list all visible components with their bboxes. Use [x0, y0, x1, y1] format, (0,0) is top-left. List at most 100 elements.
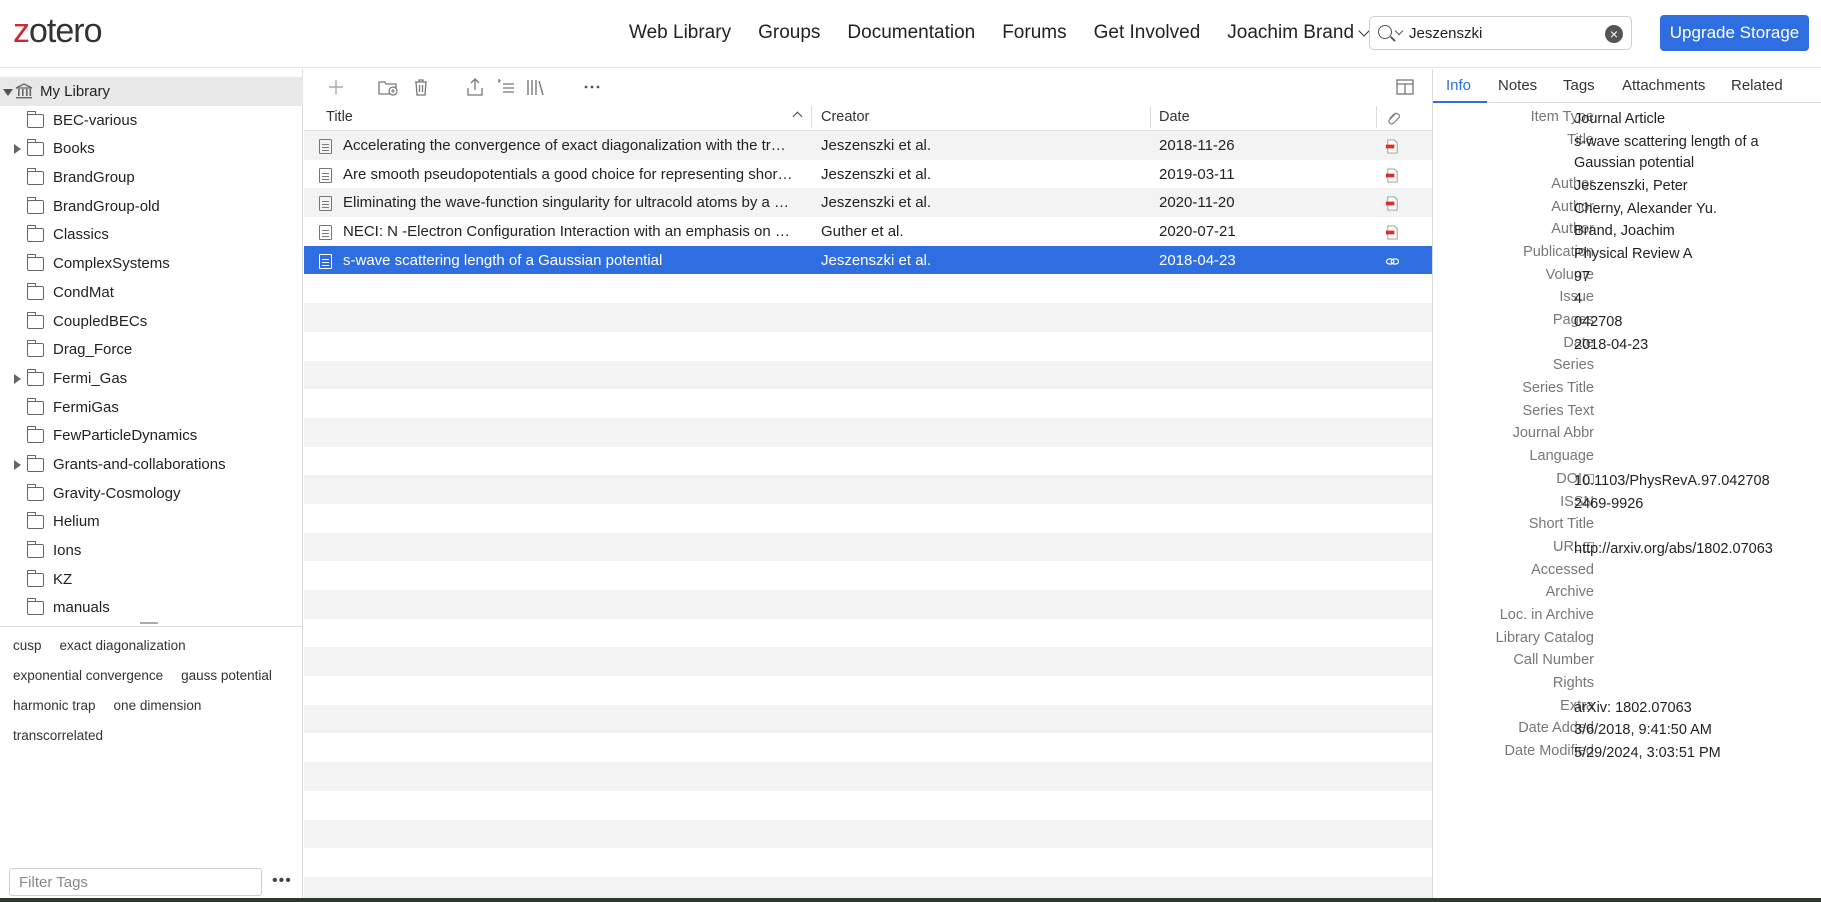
field-value[interactable]: Brand, Joachim — [1574, 221, 1799, 243]
clear-search-icon[interactable]: × — [1605, 25, 1623, 43]
export-icon[interactable] — [464, 76, 486, 98]
collection-item[interactable]: ComplexSystems — [0, 249, 303, 278]
columns-icon[interactable] — [1394, 76, 1416, 98]
table-row[interactable]: Are smooth pseudopotentials a good choic… — [304, 160, 1432, 189]
tag-item[interactable]: exact diagonalization — [60, 638, 186, 654]
tab-notes[interactable]: Notes — [1498, 77, 1537, 94]
journal-article-icon — [319, 196, 332, 212]
collection-item[interactable]: KZ — [0, 565, 303, 594]
tag-item[interactable]: one dimension — [114, 698, 202, 714]
field-value[interactable]: s-wave scattering length of a Gaussian p… — [1574, 132, 1799, 175]
tag-item[interactable]: transcorrelated — [13, 728, 103, 744]
column-creator-header[interactable]: Creator — [821, 109, 869, 125]
field-value[interactable]: 4 — [1574, 289, 1799, 311]
collection-item[interactable]: BrandGroup — [0, 163, 303, 192]
field-value[interactable]: Physical Review A — [1574, 244, 1799, 266]
collection-item[interactable]: manuals — [0, 593, 303, 622]
column-separator[interactable] — [1150, 106, 1151, 128]
collection-item[interactable]: Books — [0, 134, 303, 163]
tag-item[interactable]: cusp — [13, 638, 42, 654]
column-title-header[interactable]: Title — [326, 109, 353, 125]
field-value[interactable]: Journal Article — [1574, 109, 1799, 131]
collection-item[interactable]: FewParticleDynamics — [0, 421, 303, 450]
column-separator[interactable] — [811, 106, 812, 128]
field-row: Title s-wave scattering length of a Gauss… — [1433, 132, 1821, 176]
nav-groups[interactable]: Groups — [758, 22, 820, 44]
pdf-attachment-icon[interactable] — [1385, 168, 1400, 183]
expand-triangle-icon[interactable] — [14, 144, 21, 155]
trash-icon[interactable] — [410, 76, 432, 98]
link-attachment-icon[interactable] — [1385, 254, 1400, 269]
table-row[interactable]: Eliminating the wave-function singularit… — [304, 188, 1432, 218]
more-icon[interactable] — [581, 76, 603, 98]
upgrade-storage-button[interactable]: Upgrade Storage — [1660, 15, 1809, 51]
field-value[interactable]: 97 — [1574, 267, 1799, 289]
nav-web-library[interactable]: Web Library — [629, 22, 731, 44]
main-nav: Web Library Groups Documentation Forums … — [629, 22, 1395, 44]
search-icon[interactable] — [1378, 25, 1392, 39]
expand-triangle-icon[interactable] — [14, 459, 21, 470]
folder-icon — [26, 426, 44, 444]
nav-documentation[interactable]: Documentation — [847, 22, 975, 44]
collection-item[interactable]: Gravity-Cosmology — [0, 479, 303, 508]
collection-item[interactable]: Fermi_Gas — [0, 364, 303, 393]
field-value[interactable]: Cherny, Alexander Yu. — [1574, 199, 1799, 221]
table-row[interactable]: Accelerating the convergence of exact di… — [304, 131, 1432, 160]
tag-item[interactable]: exponential convergence — [13, 668, 163, 684]
field-value[interactable]: 2469-9926 — [1574, 494, 1799, 516]
field-value[interactable]: 3/6/2018, 9:41:50 AM — [1574, 720, 1799, 742]
collection-item[interactable]: Grants-and-collaborations — [0, 450, 303, 479]
empty-table-row — [304, 619, 1432, 648]
field-value[interactable]: 10.1103/PhysRevA.97.042708 — [1574, 471, 1799, 493]
collection-item[interactable]: FermiGas — [0, 393, 303, 422]
collection-item[interactable]: CoupledBECs — [0, 307, 303, 336]
pdf-attachment-icon[interactable] — [1385, 225, 1400, 240]
tab-related[interactable]: Related — [1731, 77, 1783, 94]
new-collection-icon[interactable] — [377, 76, 399, 98]
collection-item[interactable]: BEC-various — [0, 106, 303, 135]
tag-item[interactable]: gauss potential — [181, 668, 272, 684]
collection-item[interactable]: Helium — [0, 507, 303, 536]
collapse-triangle-icon[interactable] — [3, 89, 13, 96]
search-mode-chevron-icon[interactable] — [1394, 26, 1404, 36]
collection-item[interactable]: BrandGroup-old — [0, 192, 303, 221]
pdf-attachment-icon[interactable] — [1385, 139, 1400, 154]
collection-item[interactable]: CondMat — [0, 278, 303, 307]
table-row[interactable]: s-wave scattering length of a Gaussian p… — [304, 245, 1432, 275]
expand-triangle-icon[interactable] — [14, 373, 21, 384]
column-date-header[interactable]: Date — [1159, 109, 1190, 125]
field-value[interactable]: 042708 — [1574, 312, 1799, 334]
collection-item[interactable]: Ions — [0, 536, 303, 565]
field-value[interactable]: arXiv: 1802.07063 — [1574, 698, 1799, 720]
my-library-item[interactable]: My Library — [0, 77, 303, 106]
collection-item[interactable]: Drag_Force — [0, 335, 303, 364]
filter-tags-input[interactable] — [10, 869, 261, 895]
citation-icon[interactable] — [495, 76, 517, 98]
field-value[interactable]: http://arxiv.org/abs/1802.07063 — [1574, 539, 1799, 561]
tab-info[interactable]: Info — [1446, 77, 1471, 94]
field-value[interactable]: 5/29/2024, 3:03:51 PM — [1574, 743, 1799, 765]
pane-splitter[interactable] — [0, 622, 303, 627]
zotero-logo[interactable]: zotero — [13, 12, 102, 51]
tag-actions-more-icon[interactable]: ••• — [272, 873, 292, 889]
nav-forums[interactable]: Forums — [1002, 22, 1066, 44]
collection-label: KZ — [53, 570, 73, 588]
pdf-attachment-icon[interactable] — [1385, 196, 1400, 211]
user-menu[interactable]: Joachim Brand — [1227, 22, 1370, 44]
tag-item[interactable]: harmonic trap — [13, 698, 96, 714]
table-row[interactable]: NECI: N -Electron Configuration Interact… — [304, 217, 1432, 246]
column-separator[interactable] — [1376, 106, 1377, 128]
search-input[interactable] — [1409, 21, 1599, 45]
field-value[interactable]: Jeszenszki, Peter — [1574, 176, 1799, 198]
attachment-column-icon[interactable] — [1386, 110, 1401, 125]
add-icon[interactable] — [325, 76, 347, 98]
library-icon[interactable] — [525, 76, 547, 98]
sort-ascending-icon[interactable] — [792, 111, 803, 122]
cell-creator: Jeszenszki et al. — [821, 165, 932, 183]
field-value[interactable]: 2018-04-23 — [1574, 335, 1799, 357]
splitter-grip[interactable] — [140, 622, 158, 624]
collection-item[interactable]: Classics — [0, 220, 303, 249]
nav-get-involved[interactable]: Get Involved — [1094, 22, 1201, 44]
tab-attachments[interactable]: Attachments — [1622, 77, 1705, 94]
tab-tags[interactable]: Tags — [1563, 77, 1595, 94]
